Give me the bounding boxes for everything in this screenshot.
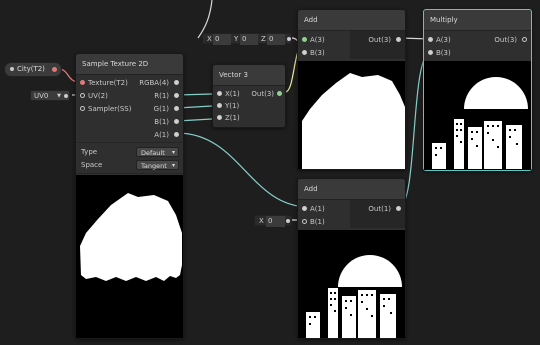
inline-xyz-field[interactable]: X 0 Y 0 Z 0 [202,33,292,45]
x-input-label: X(1) [225,90,240,98]
property-city-label: City(T2) [17,65,45,73]
inline-x-port[interactable] [286,219,290,223]
out-output-port[interactable] [522,37,527,42]
space-value: Tangent [141,162,167,170]
uv-inline-port[interactable] [64,94,68,98]
divider [76,173,183,174]
property-city-pill[interactable]: City(T2) [4,62,62,77]
add-preview-image [302,73,405,169]
chevron-down-icon: ▾ [171,162,175,169]
node-title[interactable]: Vector 3 [213,65,285,86]
multiply-node[interactable]: Multiply A(3) B(3) Out(3) [423,9,532,171]
property-dot-icon [10,67,14,71]
g-output-port[interactable] [174,106,179,111]
city-night-preview-image [432,77,528,169]
property-city-port[interactable] [52,67,57,72]
z-value-field[interactable]: 0 [267,34,285,45]
g-output-label: G(1) [153,105,169,113]
r-output-label: R(1) [154,92,169,100]
sample-texture-2d-node[interactable]: Sample Texture 2D Texture(T2) UV(2) Samp… [75,53,184,339]
add-node-top[interactable]: Add A(3) B(3) Out(3) [297,9,406,170]
type-dropdown[interactable]: Default ▾ [136,147,179,157]
uv-inline-field[interactable]: UV0 ▼ [30,90,70,101]
node-title[interactable]: Add [298,10,405,31]
a-output-port[interactable] [174,132,179,137]
inline-x-field[interactable]: X 0 [254,215,292,227]
out-output-label: Out(1) [368,205,391,213]
space-dropdown[interactable]: Tangent ▾ [136,160,179,170]
b-input-port[interactable] [302,219,307,224]
x-label: X [207,35,212,43]
space-label: Space [81,161,103,169]
b-input-port[interactable] [428,50,433,55]
a-input-label: A(1) [310,205,325,213]
sampler-input-port[interactable] [80,106,85,111]
sampler-input-label: Sampler(SS) [88,105,132,113]
rgba-output-port[interactable] [174,80,179,85]
x-value-field[interactable]: 0 [213,34,231,45]
b-input-port[interactable] [302,50,307,55]
a-input-port[interactable] [302,206,307,211]
chevron-down-icon: ▾ [171,149,175,156]
type-label: Type [81,148,98,156]
x-value-field[interactable]: 0 [266,216,285,227]
node-title[interactable]: Add [298,179,405,200]
a-input-label: A(3) [436,36,451,44]
divider [76,142,183,143]
add-node-bottom[interactable]: Add A(1) B(1) Out(1) [297,178,406,339]
out-output-label: Out(3) [368,36,391,44]
out-output-port[interactable] [396,37,401,42]
city-preview-image [306,255,402,338]
b-input-label: B(3) [436,49,451,57]
wire-alpha-add2 [176,132,310,208]
x-input-port[interactable] [217,91,222,96]
z-input-label: Z(1) [225,114,240,122]
alpha-mask-preview-image [80,193,182,281]
b-input-label: B(1) [310,218,325,226]
out-output-label: Out(3) [494,36,517,44]
out-output-port[interactable] [396,206,401,211]
rgba-output-label: RGBA(4) [139,79,169,87]
inline-xyz-port[interactable] [287,37,291,41]
vector3-node[interactable]: Vector 3 X(1) Y(1) Z(1) Out(3) [212,64,286,128]
a-input-label: A(3) [310,36,325,44]
texture-input-label: Texture(T2) [88,79,128,87]
z-label: Z [261,35,266,43]
texture-input-port[interactable] [80,80,85,85]
y-value-field[interactable]: 0 [240,34,258,45]
node-title[interactable]: Multiply [424,10,531,31]
b-output-label: B(1) [154,118,169,126]
b-input-label: B(3) [310,49,325,57]
y-input-label: Y(1) [225,102,240,110]
multiply-preview [424,61,531,170]
b-output-port[interactable] [174,119,179,124]
x-label: X [259,217,264,225]
chevron-down-icon: ▼ [57,93,61,99]
y-label: Y [234,35,239,43]
add-preview [298,61,405,169]
a-input-port[interactable] [302,37,307,42]
texture-preview [76,175,183,338]
uv-input-label: UV(2) [88,92,108,100]
out-output-label: Out(3) [251,90,274,98]
node-title[interactable]: Sample Texture 2D [76,54,183,75]
r-output-port[interactable] [174,93,179,98]
uv-value: UV0 [34,92,49,100]
add-preview [298,230,405,338]
a-output-label: A(1) [154,131,169,139]
uv-input-port[interactable] [80,93,85,98]
y-input-port[interactable] [217,103,222,108]
out-output-port[interactable] [277,91,282,96]
z-input-port[interactable] [217,115,222,120]
a-input-port[interactable] [428,37,433,42]
type-value: Default [141,149,165,157]
